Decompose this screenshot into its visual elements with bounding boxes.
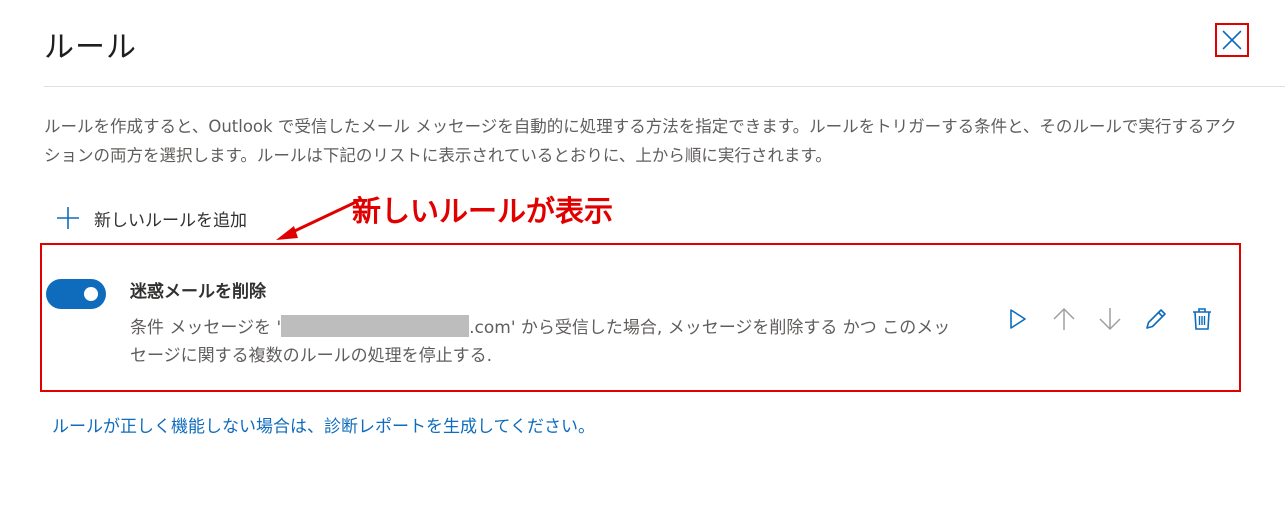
dialog-title: ルール (44, 30, 137, 65)
rule-description: 条件 メッセージを ' .com' から受信した場合, メッセージを削除する かつ… (130, 314, 960, 370)
rules-dialog: ルール ルールを作成すると、Outlook で受信したメール メッセージを自動的… (0, 0, 1285, 519)
edit-rule-button[interactable] (1144, 307, 1168, 331)
delete-rule-button[interactable] (1190, 307, 1214, 331)
rule-condition-text: 条件 メッセージを ' (130, 318, 282, 338)
annotation-label: 新しいルールが表示 (352, 194, 614, 228)
rules-description: ルールを作成すると、Outlook で受信したメール メッセージを自動的に処理す… (44, 117, 1237, 165)
rule-enabled-toggle[interactable] (46, 279, 106, 309)
move-rule-down-button[interactable] (1098, 307, 1122, 331)
play-icon (1010, 309, 1026, 329)
redacted-email (281, 315, 470, 337)
close-button[interactable] (1215, 23, 1249, 57)
move-rule-up-button[interactable] (1052, 307, 1076, 331)
add-new-rule-button[interactable]: 新しいルールを追加 (56, 202, 247, 234)
toggle-knob (84, 287, 98, 301)
rule-actions (1006, 307, 1214, 331)
arrow-up-icon (1053, 307, 1075, 330)
add-new-rule-label: 新しいルールを追加 (94, 210, 247, 231)
header-divider (44, 86, 1285, 87)
diagnostic-report-link[interactable]: ルールが正しく機能しない場合は、診断レポートを生成してください。 (52, 412, 595, 437)
plus-icon (56, 206, 80, 230)
close-icon (1222, 30, 1242, 50)
run-rule-button[interactable] (1006, 307, 1030, 331)
trash-icon (1193, 308, 1211, 330)
annotation-arrow (276, 200, 357, 240)
rule-name: 迷惑メールを削除 (130, 282, 266, 302)
arrow-down-icon (1099, 308, 1121, 331)
pencil-icon (1146, 309, 1166, 329)
rule-item: 迷惑メールを削除 条件 メッセージを ' .com' から受信した場合, メッセー… (40, 243, 1241, 392)
